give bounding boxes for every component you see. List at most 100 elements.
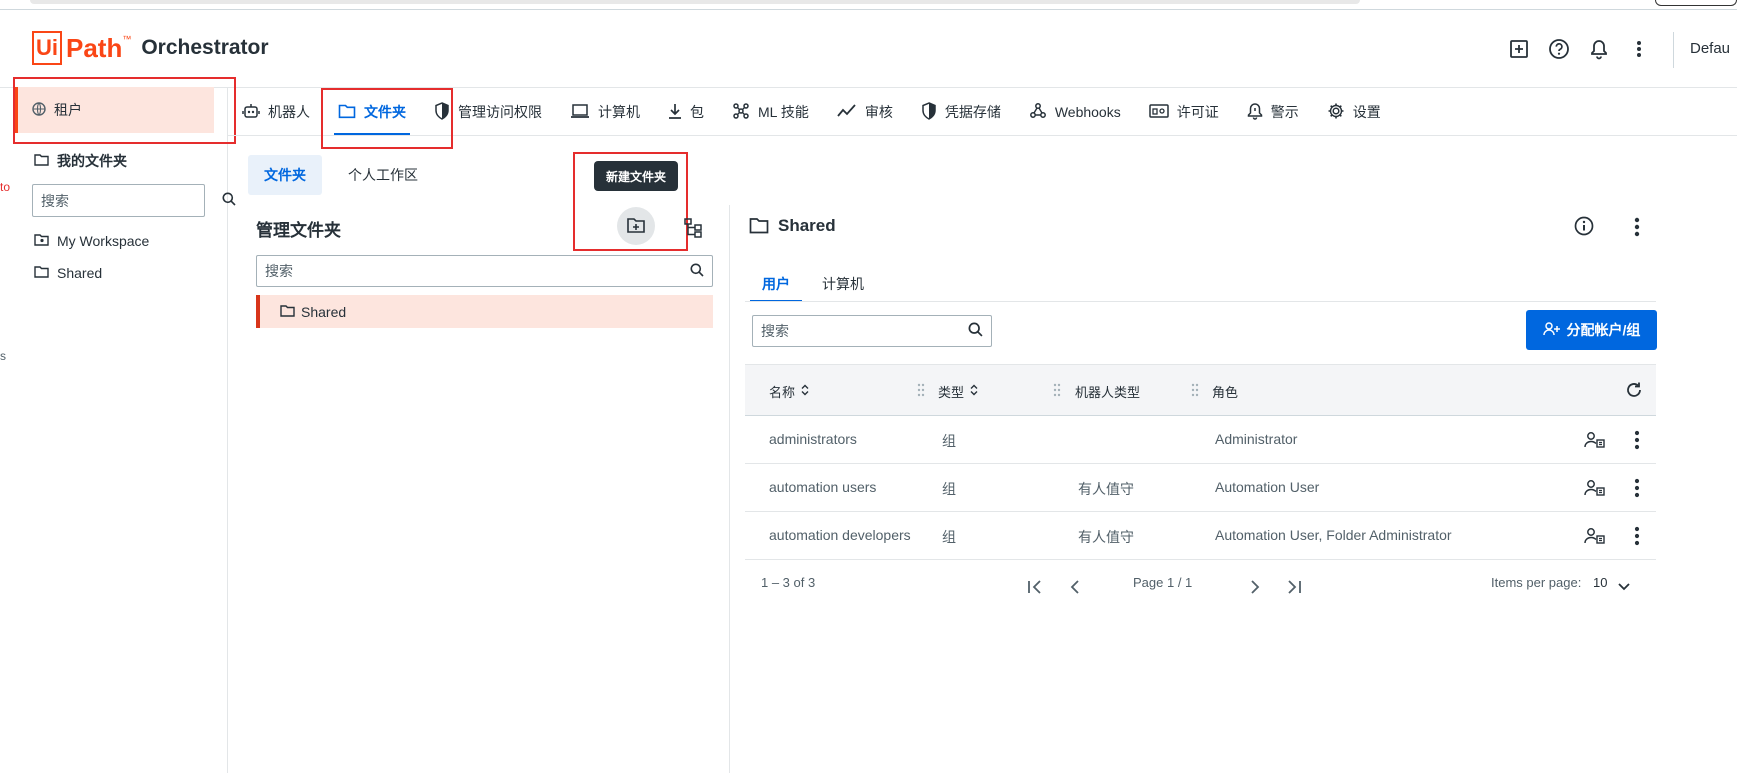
folder-hierarchy-icon[interactable] (683, 217, 705, 239)
column-resize-handle[interactable] (1191, 383, 1199, 397)
help-icon[interactable] (1548, 38, 1570, 60)
more-vertical-icon[interactable] (1634, 216, 1646, 238)
bell-icon[interactable] (1588, 38, 1610, 60)
column-roles-label: 角色 (1212, 385, 1239, 400)
table-row[interactable]: administrators 组 Administrator (745, 416, 1656, 464)
cell-name: automation users (769, 479, 877, 495)
highlight-tenant (13, 77, 236, 144)
tab-label: 管理访问权限 (458, 104, 542, 120)
tab-label: 计算机 (598, 104, 640, 120)
next-page-icon[interactable] (1245, 577, 1265, 597)
tab-webhooks[interactable]: Webhooks (1015, 88, 1135, 136)
folder-search-field[interactable] (256, 255, 713, 287)
page-indicator: Page 1 / 1 (1133, 575, 1193, 590)
workspace-folder-icon (34, 233, 49, 249)
search-icon[interactable] (968, 322, 983, 340)
tab-label: 许可证 (1176, 104, 1219, 120)
cell-name: automation developers (769, 527, 911, 543)
trend-icon (837, 103, 857, 121)
tab-label: 警示 (1270, 104, 1299, 120)
app-header: Ui Path ™ Orchestrator Defau (0, 10, 1737, 88)
tab-packages[interactable]: 包 (654, 88, 718, 136)
column-resize-handle[interactable] (1053, 383, 1061, 397)
cell-roles: Automation User, Folder Administrator (1215, 527, 1452, 543)
more-vertical-icon[interactable] (1625, 476, 1649, 500)
column-robot-type[interactable]: 机器人类型 (1075, 382, 1140, 401)
cell-roles: Automation User (1215, 479, 1320, 495)
info-icon[interactable] (1574, 216, 1596, 238)
header-separator (1673, 32, 1674, 68)
tab-detail-machines[interactable]: 计算机 (810, 266, 876, 302)
sort-icon[interactable] (970, 384, 978, 399)
add-folder-icon (626, 216, 646, 237)
tab-users[interactable]: 用户 (750, 266, 802, 302)
more-vertical-icon[interactable] (1625, 428, 1649, 452)
tenant-selector[interactable]: Defau (1690, 40, 1730, 57)
items-per-page-label: Items per page: (1491, 575, 1582, 590)
cell-type: 组 (942, 481, 956, 497)
tab-robots[interactable]: 机器人 (228, 88, 324, 136)
window-top-frame (0, 0, 1737, 10)
new-folder-button[interactable] (617, 207, 655, 245)
tab-credential-stores[interactable]: 凭据存储 (907, 88, 1015, 136)
column-roles[interactable]: 角色 (1212, 382, 1238, 401)
sort-icon[interactable] (801, 384, 809, 399)
tab-alerts[interactable]: 警示 (1233, 88, 1313, 136)
cell-robot-type: 有人值守 (1078, 481, 1134, 497)
users-search-input[interactable] (761, 323, 968, 339)
ml-skill-icon (732, 102, 750, 123)
edit-roles-icon[interactable] (1583, 524, 1607, 548)
cell-type: 组 (942, 529, 956, 545)
column-robot-type-label: 机器人类型 (1075, 385, 1141, 400)
tab-settings[interactable]: 设置 (1313, 88, 1395, 136)
left-search-field[interactable] (32, 184, 236, 217)
tab-ml-skills[interactable]: ML 技能 (718, 88, 823, 136)
add-box-icon[interactable] (1508, 38, 1530, 60)
previous-page-icon[interactable] (1065, 577, 1085, 597)
column-type[interactable]: 类型 (938, 382, 978, 401)
left-search-input[interactable] (41, 192, 222, 209)
left-folder-shared[interactable]: Shared (34, 265, 102, 281)
left-folder-my-workspace[interactable]: My Workspace (34, 233, 149, 249)
logo-path: Path (66, 32, 123, 63)
tab-label: 审核 (864, 104, 893, 120)
assign-accounts-button[interactable]: 分配帐户/组 (1526, 310, 1657, 350)
edit-roles-icon[interactable] (1583, 476, 1607, 500)
laptop-icon (570, 103, 590, 122)
uipath-logo[interactable]: Ui Path ™ Orchestrator (32, 30, 269, 66)
edit-roles-icon[interactable] (1583, 428, 1607, 452)
header-actions (1508, 38, 1650, 60)
gear-icon (1327, 102, 1345, 123)
subtab-personal-workspaces[interactable]: 个人工作区 (332, 155, 434, 195)
first-page-icon[interactable] (1025, 577, 1045, 597)
items-per-page-value[interactable]: 10 (1593, 575, 1607, 590)
shield-icon (921, 101, 937, 123)
table-row[interactable]: automation users 组 有人值守 Automation User (745, 464, 1656, 512)
column-resize-handle[interactable] (917, 383, 925, 397)
tab-audit[interactable]: 审核 (823, 88, 907, 136)
download-icon (668, 102, 682, 123)
tab-licenses[interactable]: 许可证 (1135, 88, 1233, 136)
cell-robot-type: 有人值守 (1078, 529, 1134, 545)
cell-roles: Administrator (1215, 431, 1298, 447)
table-row[interactable]: automation developers 组 有人值守 Automation … (745, 512, 1656, 560)
search-icon[interactable] (222, 192, 236, 209)
tab-machines[interactable]: 计算机 (556, 88, 654, 136)
folder-tree-item-shared[interactable]: Shared (256, 295, 713, 328)
subtab-folders[interactable]: 文件夹 (248, 155, 322, 195)
column-name[interactable]: 名称 (769, 382, 809, 401)
assign-button-label: 分配帐户/组 (1566, 322, 1641, 338)
tab-label: ML 技能 (758, 104, 809, 120)
users-search-field[interactable] (752, 315, 992, 347)
more-vertical-icon[interactable] (1628, 38, 1650, 60)
search-icon[interactable] (690, 263, 704, 280)
edge-fragment-2: s (0, 349, 6, 363)
refresh-icon[interactable] (1625, 381, 1645, 401)
folder-icon (34, 265, 49, 281)
tab-label: Webhooks (1054, 104, 1121, 120)
last-page-icon[interactable] (1284, 577, 1304, 597)
more-vertical-icon[interactable] (1625, 524, 1649, 548)
folder-search-input[interactable] (265, 263, 690, 279)
chevron-down-icon[interactable] (1614, 577, 1634, 597)
pagination-range: 1 – 3 of 3 (761, 575, 816, 590)
